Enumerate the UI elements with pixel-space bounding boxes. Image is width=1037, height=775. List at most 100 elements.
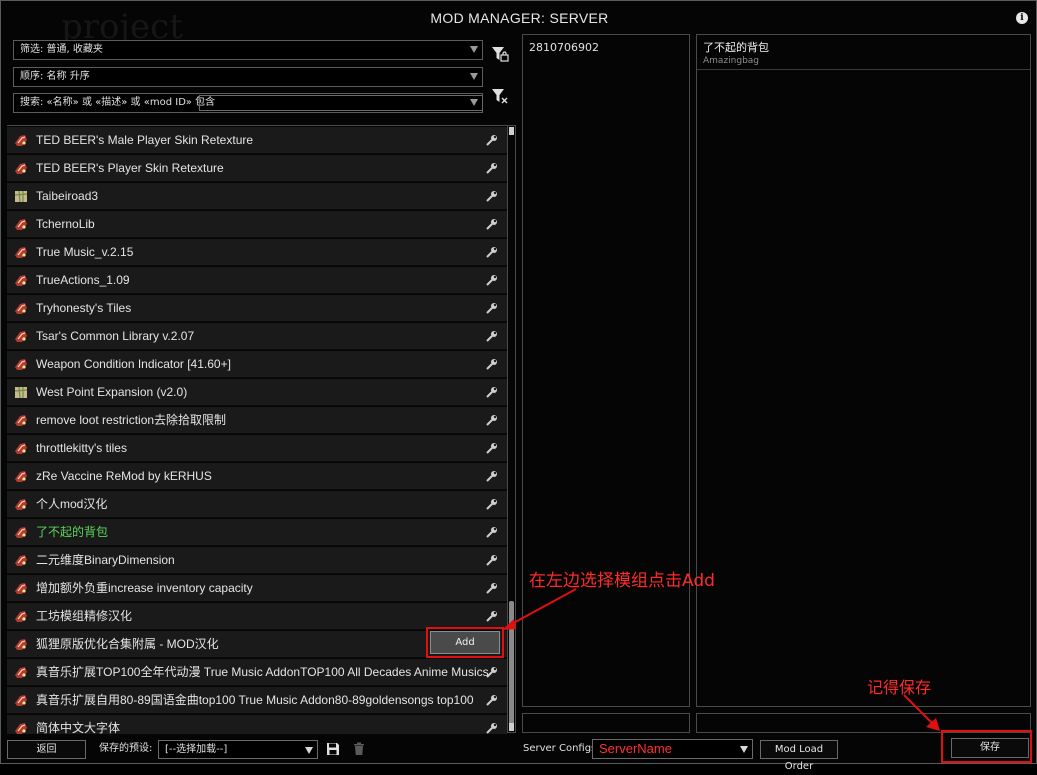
mod-name: Taibeiroad3 [36, 189, 99, 203]
search-row: 搜索: «名称» 或 «描述» 或 «mod ID» 包含 [13, 93, 483, 113]
mod-name: 了不起的背包 [36, 525, 109, 539]
delete-preset-icon[interactable] [353, 742, 365, 756]
mod-name: TED BEER's Player Skin Retexture [36, 161, 224, 175]
mod-list-item[interactable]: 二元维度BinaryDimension [7, 547, 508, 574]
map-mod-icon [14, 190, 28, 203]
mod-list-item[interactable]: TED BEER's Player Skin Retexture [7, 155, 508, 182]
mod-list-item[interactable]: Tsar's Common Library v.2.07 [7, 323, 508, 350]
mod-name: zRe Vaccine ReMod by kERHUS [36, 469, 212, 483]
mod-name: 真音乐扩展TOP100全年代动漫 True Music AddonTOP100 … [36, 665, 489, 679]
wrench-icon [486, 359, 497, 370]
info-icon[interactable]: i [1016, 12, 1028, 24]
mod-detail-panel: 了不起的背包 Amazingbag [696, 34, 1031, 707]
server-mod-id[interactable]: 2810706902 [529, 41, 599, 54]
steam-mod-icon [15, 667, 27, 678]
annotation-save-hint: 记得保存 [867, 678, 932, 697]
wrench-icon [486, 443, 497, 454]
scroll-down-arrow[interactable] [509, 723, 514, 731]
steam-mod-icon [15, 639, 27, 650]
steam-mod-icon [15, 583, 27, 594]
mod-list-item[interactable]: 了不起的背包 [7, 519, 508, 546]
mod-list-item[interactable]: 增加额外负重increase inventory capacity [7, 575, 508, 602]
mod-list-item[interactable]: 真音乐扩展TOP100全年代动漫 True Music AddonTOP100 … [7, 659, 508, 686]
wrench-icon [486, 247, 497, 258]
mod-name: West Point Expansion (v2.0) [36, 385, 188, 399]
mod-list-item[interactable]: True Music_v.2.15 [7, 239, 508, 266]
mod-name: 真音乐扩展自用80-89国语金曲top100 True Music Addon8… [36, 693, 474, 707]
steam-mod-icon [15, 527, 27, 538]
wrench-icon [486, 471, 497, 482]
save-preset-icon[interactable] [326, 742, 340, 756]
back-button[interactable]: 返回 [7, 740, 86, 759]
filter-dropdown[interactable]: 筛选: 普通, 收藏夹 [13, 40, 483, 60]
search-label: 搜索: «名称» 或 «描述» 或 «mod ID» 包含 [20, 97, 216, 108]
mod-list-item[interactable]: 简体中文大字体 [7, 715, 508, 734]
steam-mod-icon [15, 275, 27, 286]
mod-name: 二元维度BinaryDimension [36, 553, 175, 567]
preset-select[interactable]: [--选择加载--] [158, 740, 318, 759]
mod-name: 狐狸原版优化合集附属 - MOD汉化 [36, 637, 219, 651]
server-config-select[interactable]: ServerName [592, 739, 753, 759]
wrench-icon [486, 695, 497, 706]
title-bar: MOD MANAGER: SERVER [1, 5, 1037, 31]
wrench-icon [486, 303, 497, 314]
steam-mod-icon [15, 163, 27, 174]
mod-load-order-button[interactable]: Mod Load Order [760, 740, 838, 772]
annotation-arrow-add [502, 588, 577, 630]
mod-list-scrollbar[interactable] [507, 125, 516, 733]
search-input[interactable] [199, 95, 483, 111]
mod-list-item[interactable]: TchernoLib [7, 211, 508, 238]
filter-label: 筛选: 普通, 收藏夹 [20, 44, 103, 55]
steam-mod-icon [15, 471, 27, 482]
steam-mod-icon [15, 611, 27, 622]
steam-mod-icon [15, 415, 27, 426]
mod-name: remove loot restriction去除拾取限制 [36, 413, 227, 427]
annotation-add-hint: 在左边选择模组点击Add [529, 571, 715, 591]
wrench-icon [486, 415, 497, 426]
server-mods-input[interactable] [522, 713, 690, 733]
sort-order-dropdown[interactable]: 顺序: 名称 升序 [13, 67, 483, 87]
mod-name: throttlekitty's tiles [36, 441, 127, 455]
mod-list-item[interactable]: throttlekitty's tiles [7, 435, 508, 462]
wrench-icon [486, 219, 497, 230]
wrench-icon [486, 667, 497, 678]
mod-name: TED BEER's Male Player Skin Retexture [36, 133, 254, 147]
server-name-value: ServerName [599, 741, 672, 756]
mod-list-item[interactable]: Weapon Condition Indicator [41.60+] [7, 351, 508, 378]
mod-name: Tsar's Common Library v.2.07 [36, 329, 195, 343]
mod-list-item[interactable]: 工坊模组精修汉化 [7, 603, 508, 630]
wrench-icon [486, 275, 497, 286]
filter-favorites-icon[interactable] [491, 46, 509, 64]
mod-detail-subtitle: Amazingbag [703, 56, 760, 66]
chevron-down-icon [470, 46, 478, 53]
wrench-icon [486, 331, 497, 342]
chevron-down-icon [740, 746, 748, 753]
chevron-down-icon [470, 73, 478, 80]
chevron-down-icon[interactable] [470, 99, 478, 106]
clear-filter-icon[interactable] [491, 88, 509, 106]
preset-label: 保存的预设: [99, 743, 153, 754]
steam-mod-icon [15, 695, 27, 706]
mod-detail-title: 了不起的背包 [703, 41, 769, 54]
steam-mod-icon [15, 247, 27, 258]
steam-mod-icon [15, 443, 27, 454]
mod-list-item[interactable]: TED BEER's Male Player Skin Retexture [7, 127, 508, 154]
mod-list-item[interactable]: 个人mod汉化 [7, 491, 508, 518]
steam-mod-icon [15, 359, 27, 370]
mod-list-item[interactable]: remove loot restriction去除拾取限制 [7, 407, 508, 434]
wrench-icon [486, 135, 497, 146]
mod-name: TchernoLib [36, 217, 95, 231]
mod-list-item[interactable]: Tryhonesty's Tiles [7, 295, 508, 322]
steam-mod-icon [15, 331, 27, 342]
mod-list-item[interactable]: TrueActions_1.09 [7, 267, 508, 294]
mod-list-item[interactable]: West Point Expansion (v2.0) [7, 379, 508, 406]
mod-list-item[interactable]: 真音乐扩展自用80-89国语金曲top100 True Music Addon8… [7, 687, 508, 714]
wrench-icon [486, 387, 497, 398]
scroll-up-arrow[interactable] [509, 127, 514, 135]
map-mod-icon [14, 386, 28, 399]
add-highlight-box [426, 627, 504, 658]
mod-list-item[interactable]: Taibeiroad3 [7, 183, 508, 210]
mod-list-item[interactable]: zRe Vaccine ReMod by kERHUS [7, 463, 508, 490]
window-title: MOD MANAGER: SERVER [430, 10, 609, 26]
mod-name: 工坊模组精修汉化 [36, 609, 133, 623]
